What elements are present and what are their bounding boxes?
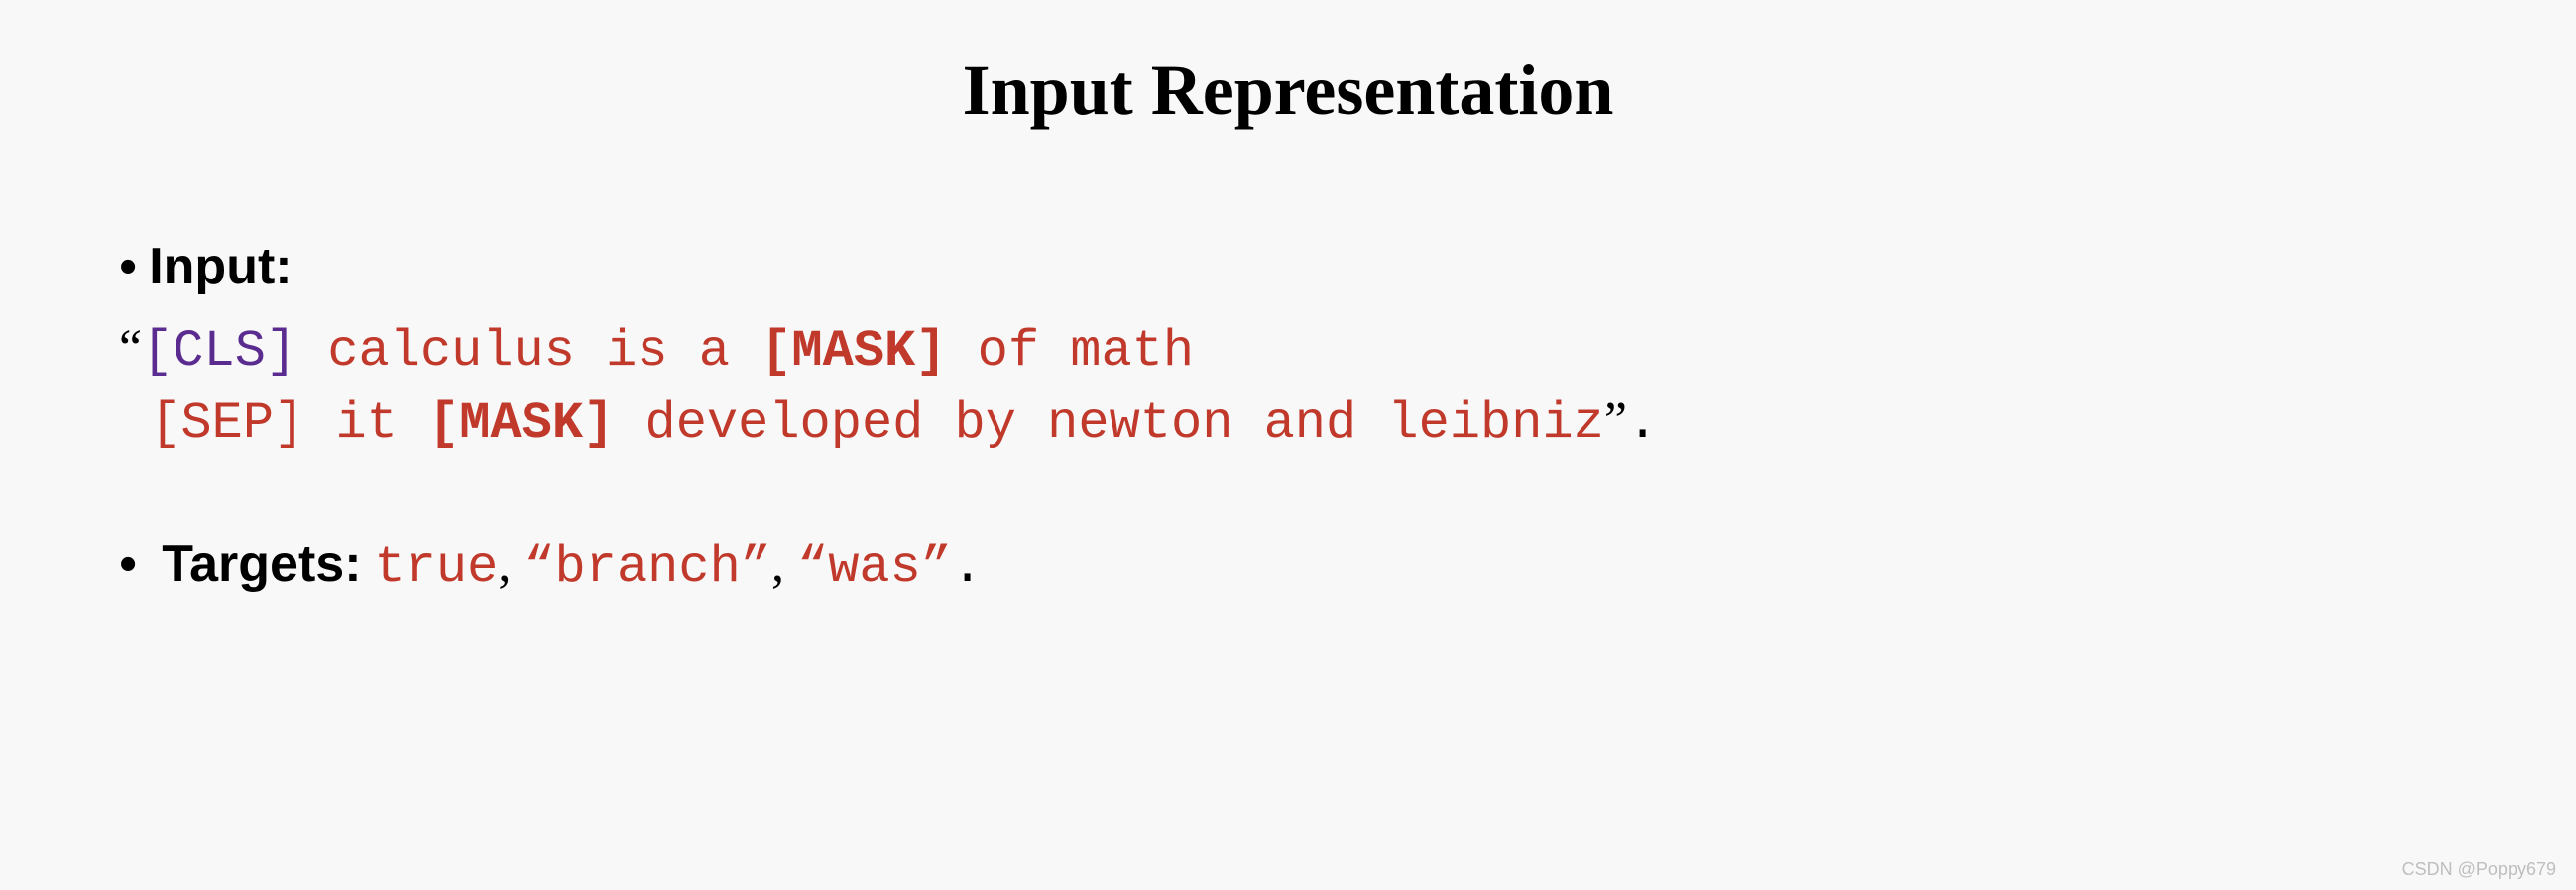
target-3: “was” <box>797 538 952 597</box>
input-label: Input: <box>149 231 292 303</box>
bullet-icon: • <box>119 232 137 304</box>
input-period: . <box>1627 394 1658 453</box>
segment-2a: it <box>304 394 428 453</box>
sep-token: [SEP] <box>119 394 304 453</box>
close-quote: ” <box>1604 392 1627 449</box>
watermark: CSDN @Poppy679 <box>2402 859 2556 880</box>
input-bullet-line: • Input: <box>119 231 2477 304</box>
segment-1a: calculus is a <box>296 322 761 381</box>
targets-comma-1: , <box>498 536 524 593</box>
targets-values: true, “branch”, “was”. <box>375 538 984 597</box>
segment-1b: of math <box>946 322 1194 381</box>
input-line-2: [SEP] it [MASK] developed by newton and … <box>119 387 2477 459</box>
target-2: “branch” <box>524 538 771 597</box>
target-1: true <box>375 538 499 597</box>
segment-2b: developed by newton and leibniz <box>614 394 1604 453</box>
slide-content: • Input: “[CLS] calculus is a [MASK] of … <box>99 231 2477 605</box>
input-code-block: “[CLS] calculus is a [MASK] of math [SEP… <box>119 314 2477 459</box>
slide-title: Input Representation <box>99 50 2477 132</box>
cls-token: [CLS] <box>142 322 296 381</box>
targets-comma-2: , <box>771 536 797 593</box>
input-line-1: “[CLS] calculus is a [MASK] of math <box>119 314 2477 387</box>
open-quote: “ <box>119 320 142 377</box>
mask-token-1: [MASK] <box>761 322 946 381</box>
targets-period: . <box>952 538 983 597</box>
targets-bullet-line: • Targets: true, “branch”, “was”. <box>119 528 2477 605</box>
targets-label: Targets: <box>162 535 361 593</box>
bullet-icon: • <box>119 536 137 593</box>
mask-token-2: [MASK] <box>428 394 614 453</box>
